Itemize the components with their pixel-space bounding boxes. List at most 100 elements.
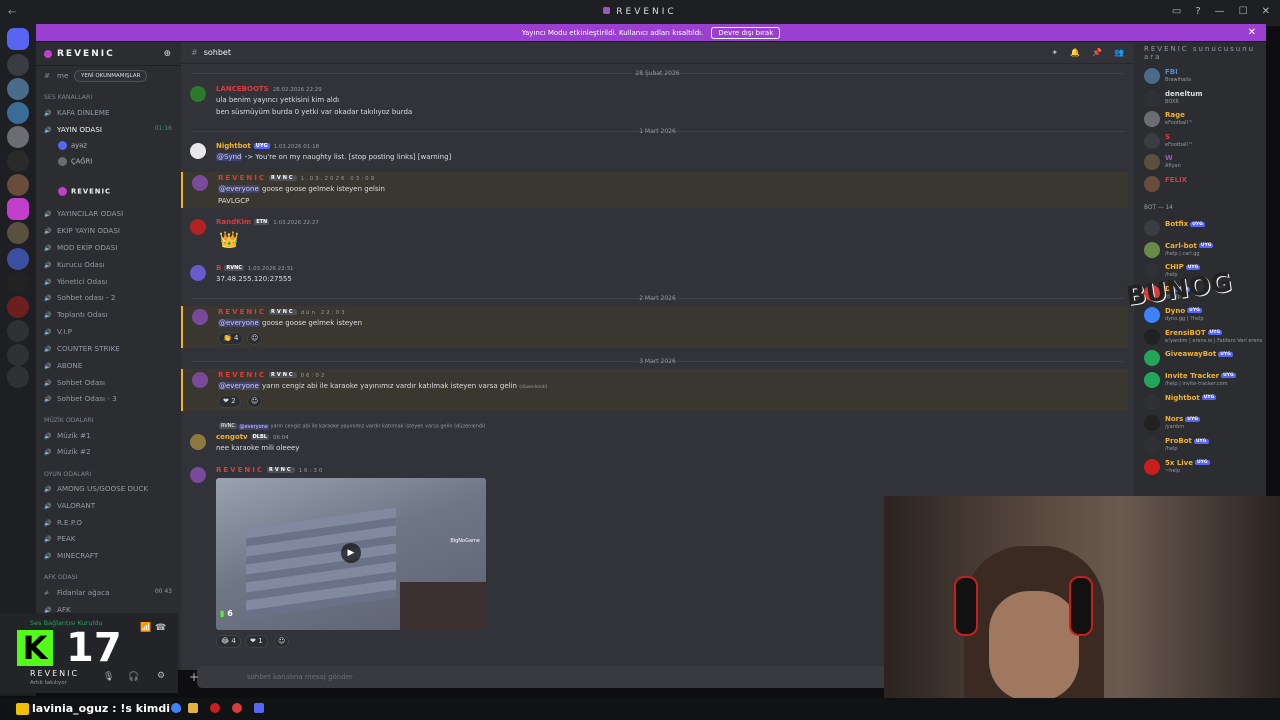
voice-channel[interactable]: 🔊 Sohbet odası - 2 <box>44 293 115 302</box>
voice-channel[interactable]: 🔊 ABONE <box>44 361 82 370</box>
avatar[interactable] <box>192 309 208 325</box>
channel-me[interactable]: # me <box>44 71 68 80</box>
channel-category[interactable]: OYUN ODALARI <box>44 471 91 478</box>
avatar[interactable] <box>190 86 206 102</box>
headset-icon[interactable]: 🎧 <box>128 672 139 682</box>
channel-category[interactable]: MÜZİK ODALARI <box>44 417 94 424</box>
voice-channel[interactable]: 🔊 VALORANT <box>44 501 95 510</box>
discord-home-icon[interactable] <box>7 28 29 50</box>
reaction-button[interactable]: 😂 4 <box>216 635 241 648</box>
voice-channel[interactable]: 🔊 Kurucu Odası <box>44 260 105 269</box>
server-header[interactable]: REVENIC ⊕ <box>36 42 181 66</box>
server-icon[interactable] <box>7 126 29 148</box>
message-author[interactable]: B RVNC 1.03.2026 22:31 <box>216 264 294 272</box>
message-author[interactable]: REVENIC RVNC 06:02 <box>218 371 326 379</box>
voice-user[interactable]: REVENIC <box>58 187 111 196</box>
discord-taskbar-icon[interactable] <box>254 703 264 713</box>
add-attachment-icon[interactable]: + <box>189 670 199 684</box>
member-search[interactable]: REVENIC sunucusunu ara <box>1134 42 1266 64</box>
message[interactable]: REVENIC RVNC 06:02 @everyone yarın cengiz … <box>181 369 1128 411</box>
voice-channel[interactable]: 🔊 KAFA DİNLEME <box>44 108 110 117</box>
avatar[interactable] <box>190 143 206 159</box>
disconnect-icon[interactable]: ☎ <box>155 623 166 633</box>
voice-channel[interactable]: 🔊 Müzik #1 <box>44 431 91 440</box>
message[interactable]: RandKim ETN 1.03.2026 22:27 👑 <box>181 216 1128 256</box>
maximize-button[interactable]: ☐ <box>1239 6 1248 17</box>
message[interactable]: REVENIC RVNC 1.03.2026 03:09 @everyone goo… <box>181 172 1128 208</box>
voice-channel[interactable]: 🔊 V.I.P <box>44 327 72 336</box>
message[interactable]: RVNC @everyone yarın cengiz abi ile kara… <box>181 420 1128 458</box>
threads-icon[interactable]: ✦ <box>1051 48 1058 57</box>
reaction-button[interactable]: ❤ 1 <box>245 635 268 648</box>
voice-channel[interactable]: 🔊 Yönetici Odası <box>44 277 107 286</box>
voice-channel[interactable]: 🔊 YAYIN ODASI <box>44 125 102 134</box>
voice-channel[interactable]: 🔊 Müzik #2 <box>44 447 91 456</box>
voice-channel[interactable]: 🔊 R.E.P.O <box>44 518 82 527</box>
message-author[interactable]: LANCEBOOTS 28.02.2026 22:29 <box>216 85 322 93</box>
voice-user[interactable]: ayaz <box>58 141 87 150</box>
voice-channel[interactable]: 🔊 MOD EKİP ODASI <box>44 243 117 252</box>
add-reaction-icon[interactable]: ☺ <box>247 332 263 345</box>
message-author[interactable]: REVENIC RVNC dün 22:03 <box>218 308 347 316</box>
text-channel[interactable]: # Fidanlar ağaca <box>44 588 110 597</box>
server-icon[interactable] <box>7 102 29 124</box>
message-author[interactable]: REVENIC RVNC 16:30 <box>216 466 324 474</box>
folder-icon[interactable] <box>188 703 198 713</box>
reaction-button[interactable]: 👏 4 <box>218 332 244 345</box>
voice-channel[interactable]: 🔊 Toplantı Odası <box>44 310 108 319</box>
avatar[interactable] <box>192 372 208 388</box>
voice-channel[interactable]: 🔊 Sohbet Odası <box>44 378 105 387</box>
revenic-server-icon[interactable] <box>7 198 29 220</box>
message[interactable]: B RVNC 1.03.2026 22:31 37.48.255.120:27555 <box>181 262 1128 290</box>
avatar[interactable] <box>190 434 206 450</box>
voice-channel[interactable]: 🔊 PEAK <box>44 534 76 543</box>
mic-icon[interactable]: 🎙 <box>103 672 114 682</box>
server-icon[interactable] <box>7 320 29 342</box>
message[interactable]: Nightbot UYG 1.03.2026 01:18 @Synd -> You'… <box>181 140 1128 168</box>
avatar[interactable] <box>190 265 206 281</box>
avatar[interactable] <box>190 467 206 483</box>
close-icon[interactable]: ✕ <box>1248 27 1256 38</box>
message-author[interactable]: cengotv DLBL 06:04 <box>216 433 289 441</box>
taskbar-icon[interactable] <box>171 703 181 713</box>
help-icon[interactable]: ? <box>1195 6 1200 17</box>
server-icon[interactable] <box>7 54 29 76</box>
avatar[interactable] <box>192 175 208 191</box>
settings-icon[interactable]: ⚙ <box>157 671 165 681</box>
message-author[interactable]: RandKim ETN 1.03.2026 22:27 <box>216 218 319 226</box>
server-icon[interactable] <box>7 150 29 172</box>
play-icon[interactable]: ▶ <box>341 543 361 563</box>
member-list-icon[interactable]: 👥 <box>1114 48 1124 57</box>
reaction-button[interactable]: ❤ 2 <box>218 395 241 408</box>
add-reaction-icon[interactable]: ☺ <box>247 395 263 408</box>
voice-channel[interactable]: 🔊 EKİP YAYIN ODASI <box>44 226 120 235</box>
add-member-icon[interactable]: ⊕ <box>163 49 173 59</box>
channel-category[interactable]: SES KANALLARI <box>44 94 92 101</box>
taskbar-icon[interactable] <box>210 703 220 713</box>
reply-preview[interactable]: RVNC @everyone yarın cengiz abi ile kara… <box>216 423 485 430</box>
notification-bell-icon[interactable]: 🔔 <box>1070 48 1080 57</box>
voice-channel[interactable]: 🔊 Sohbet Odası - 3 <box>44 394 117 403</box>
channel-category[interactable]: AFK ODASI <box>44 574 77 581</box>
minimize-button[interactable]: — <box>1215 6 1225 17</box>
new-unreads-badge[interactable]: YENİ OKUNMAMIŞLAR <box>74 70 148 82</box>
close-button[interactable]: ✕ <box>1262 6 1270 17</box>
voice-channel[interactable]: 🔊 AMONG US/GOOSE DUCK <box>44 484 148 493</box>
server-icon[interactable] <box>7 296 29 318</box>
add-server-icon[interactable] <box>7 344 29 366</box>
server-icon[interactable] <box>7 248 29 270</box>
inbox-icon[interactable]: ▭ <box>1172 6 1181 17</box>
pin-icon[interactable]: 📌 <box>1092 48 1102 57</box>
message-author[interactable]: Nightbot UYG 1.03.2026 01:18 <box>216 142 319 150</box>
message[interactable]: LANCEBOOTS 28.02.2026 22:29 ula benim yay… <box>181 82 1128 118</box>
message[interactable]: REVENIC RVNC dün 22:03 @everyone goose goo… <box>181 306 1128 348</box>
server-icon[interactable] <box>7 174 29 196</box>
server-icon[interactable] <box>7 78 29 100</box>
voice-channel[interactable]: 🔊 YAYINCILAR ODASI <box>44 209 123 218</box>
message-author[interactable]: REVENIC RVNC 1.03.2026 03:09 <box>218 174 376 182</box>
explore-icon[interactable] <box>7 366 29 388</box>
voice-channel[interactable]: 🔊 MINECRAFT <box>44 551 98 560</box>
voice-user[interactable]: ÇAĞRI <box>58 157 92 166</box>
server-icon[interactable] <box>7 272 29 294</box>
voice-channel[interactable]: 🔊 COUNTER STRIKE <box>44 344 120 353</box>
